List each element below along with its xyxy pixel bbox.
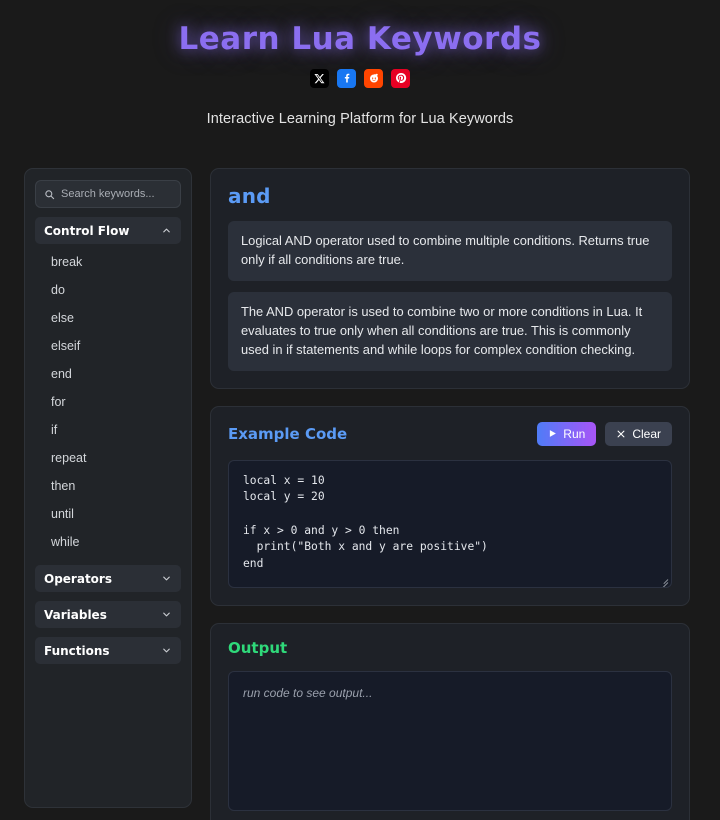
chevron-up-icon <box>163 228 170 233</box>
reddit-icon[interactable] <box>364 68 383 88</box>
keyword-item[interactable]: repeat <box>35 444 181 472</box>
category-label: Operators <box>44 571 112 586</box>
chevron-down-icon <box>163 612 170 617</box>
search-icon <box>45 189 55 199</box>
keyword-item[interactable]: break <box>35 248 181 276</box>
page-subtitle: Interactive Learning Platform for Lua Ke… <box>206 110 514 127</box>
run-button-label: Run <box>563 426 586 441</box>
output-header: Output <box>228 639 672 657</box>
page-title: Learn Lua Keywords <box>178 21 542 57</box>
code-actions: Run Clear <box>537 421 672 446</box>
keyword-detail-panel: and Logical AND operator used to combine… <box>210 168 690 389</box>
code-editor[interactable]: local x = 10 local y = 20 if x > 0 and y… <box>228 459 672 588</box>
close-icon <box>617 430 625 438</box>
example-code-panel: Example Code Run Clear local x = 10 loca… <box>210 405 690 606</box>
keyword-item[interactable]: end <box>35 360 181 388</box>
output-title: Output <box>228 638 288 657</box>
example-code-header: Example Code Run Clear <box>228 421 672 446</box>
keyword-summary: Logical AND operator used to combine mul… <box>228 221 672 281</box>
run-button[interactable]: Run <box>537 421 597 446</box>
keyword-list: break do else elseif end for if repeat t… <box>35 244 181 556</box>
keyword-explanation: The AND operator is used to combine two … <box>228 291 672 371</box>
play-icon <box>550 430 557 438</box>
sidebar-category-control-flow: Control Flow break do else elseif end fo… <box>35 217 181 556</box>
keyword-item[interactable]: then <box>35 472 181 500</box>
category-header-operators[interactable]: Operators <box>35 565 181 592</box>
keyword-item[interactable]: for <box>35 388 181 416</box>
category-label: Variables <box>44 607 107 622</box>
keyword-item[interactable]: elseif <box>35 332 181 360</box>
category-header-functions[interactable]: Functions <box>35 637 181 664</box>
page-header: Learn Lua Keywords Interactive Learning … <box>0 0 720 127</box>
main-content: and Logical AND operator used to combine… <box>210 168 690 820</box>
social-links <box>0 68 720 88</box>
keyword-item[interactable]: do <box>35 276 181 304</box>
output-placeholder: run code to see output... <box>243 685 373 700</box>
sidebar: Control Flow break do else elseif end fo… <box>24 168 192 808</box>
clear-button-label: Clear <box>632 426 661 441</box>
output-panel: Output run code to see output... <box>210 622 690 820</box>
keyword-item[interactable]: if <box>35 416 181 444</box>
keyword-item[interactable]: until <box>35 500 181 528</box>
chevron-down-icon <box>163 576 170 581</box>
category-label: Functions <box>44 643 110 658</box>
example-code-title: Example Code <box>228 424 348 443</box>
resize-handle[interactable] <box>658 574 669 587</box>
chevron-down-icon <box>163 648 170 653</box>
keyword-item[interactable]: while <box>35 528 181 556</box>
keyword-item[interactable]: else <box>35 304 181 332</box>
keyword-name: and <box>228 184 271 208</box>
category-header-control-flow[interactable]: Control Flow <box>35 217 181 244</box>
pinterest-icon[interactable] <box>391 68 410 88</box>
search-box[interactable] <box>35 180 181 208</box>
sidebar-category-functions: Functions <box>35 637 181 664</box>
code-text: local x = 10 local y = 20 if x > 0 and y… <box>243 473 488 570</box>
search-input[interactable] <box>61 188 172 200</box>
category-label: Control Flow <box>44 223 130 238</box>
output-area: run code to see output... <box>228 670 672 811</box>
facebook-icon[interactable] <box>337 68 356 88</box>
content-layout: Control Flow break do else elseif end fo… <box>24 168 690 820</box>
x-icon[interactable] <box>310 68 329 88</box>
sidebar-category-variables: Variables <box>35 601 181 628</box>
clear-button[interactable]: Clear <box>605 421 672 446</box>
sidebar-category-operators: Operators <box>35 565 181 592</box>
category-header-variables[interactable]: Variables <box>35 601 181 628</box>
